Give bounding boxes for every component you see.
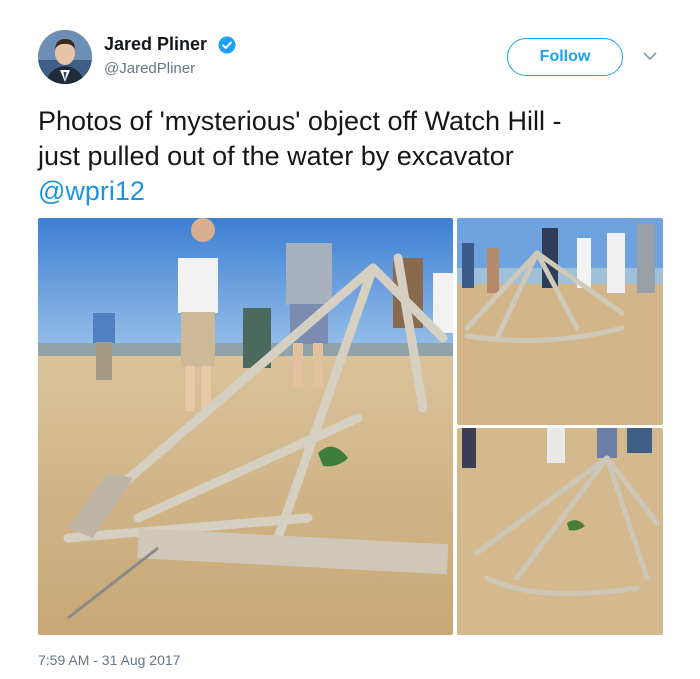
tweet-text: Photos of 'mysterious' object off Watch … <box>38 104 668 209</box>
verified-badge-icon <box>218 36 236 54</box>
follow-button[interactable]: Follow <box>507 38 623 76</box>
avatar[interactable] <box>38 30 92 84</box>
tweet-text-line: just pulled out of the water by excavato… <box>38 141 514 171</box>
tweet-text-line: Photos of 'mysterious' object off Watch … <box>38 106 562 136</box>
chevron-down-icon[interactable] <box>642 50 658 62</box>
user-handle[interactable]: @JaredPliner <box>104 60 195 77</box>
photo-bottom-right[interactable] <box>457 428 663 635</box>
display-name[interactable]: Jared Pliner <box>104 34 207 55</box>
photo-main[interactable] <box>38 218 453 635</box>
mention-link[interactable]: @wpri12 <box>38 174 668 209</box>
photo-top-right[interactable] <box>457 218 663 425</box>
timestamp[interactable]: 7:59 AM - 31 Aug 2017 <box>38 652 180 668</box>
